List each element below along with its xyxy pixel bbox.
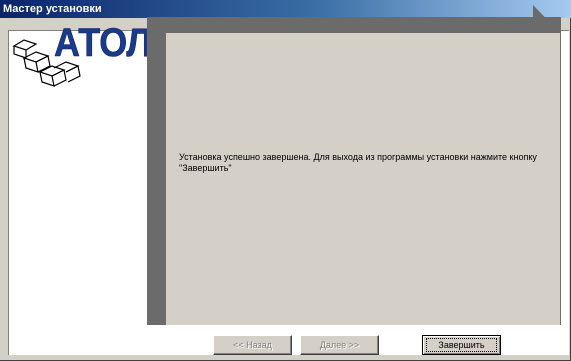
finish-button-label: Завершить bbox=[426, 338, 497, 352]
content-panel bbox=[166, 33, 560, 325]
atol-logo: АТОЛ bbox=[12, 21, 150, 87]
logo-text: АТОЛ bbox=[54, 21, 150, 65]
finish-button[interactable]: Завершить bbox=[422, 335, 501, 355]
next-button[interactable]: Далее >> bbox=[300, 335, 379, 355]
completion-message: Установка успешно завершена. Для выхода … bbox=[179, 152, 537, 173]
installer-window: Мастер установки АТОЛ Установка успешно … bbox=[0, 0, 571, 361]
back-button[interactable]: << Назад bbox=[213, 335, 292, 355]
